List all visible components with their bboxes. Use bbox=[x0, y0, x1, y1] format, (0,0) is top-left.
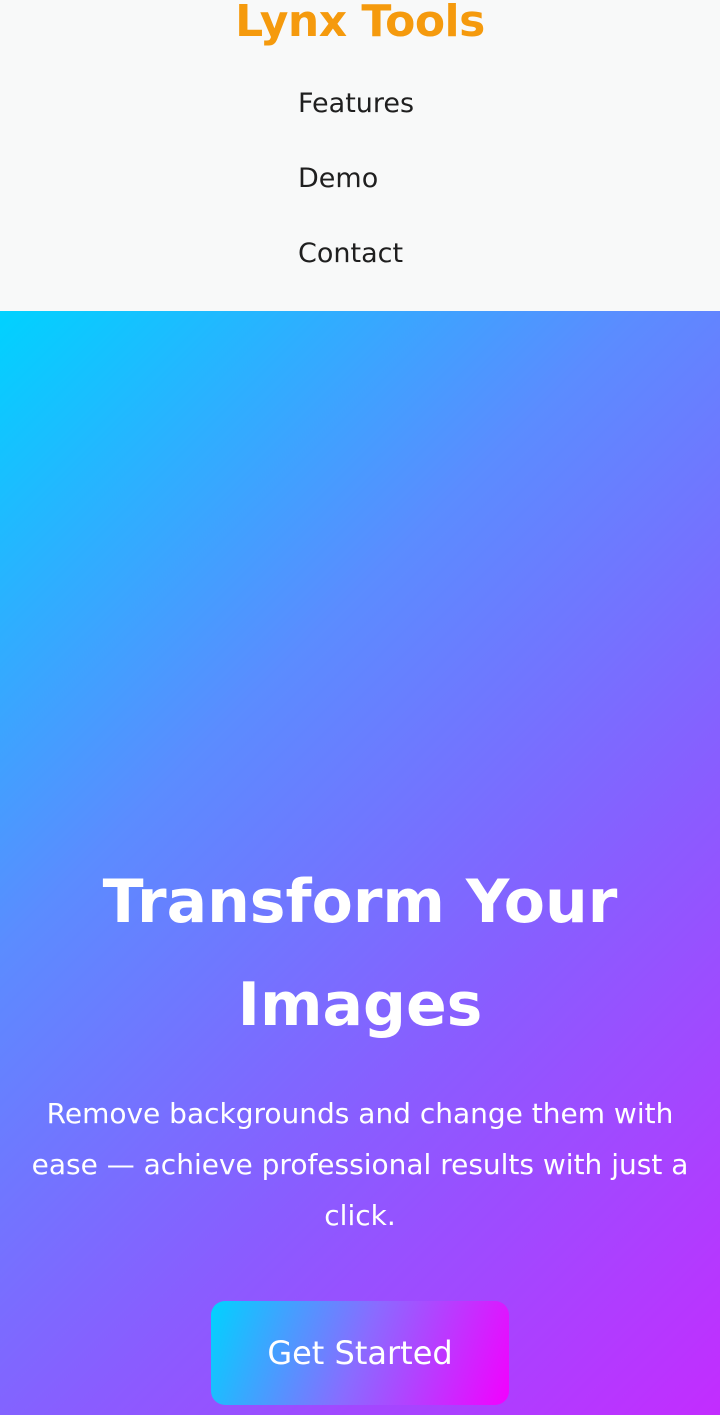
hero-section: Transform Your Images Remove backgrounds… bbox=[0, 311, 720, 1415]
logo[interactable]: Lynx Tools bbox=[0, 0, 720, 52]
nav-item-contact[interactable]: Contact bbox=[298, 234, 414, 309]
nav-item-features[interactable]: Features bbox=[298, 84, 414, 159]
page: Lynx Tools Features Demo Contact Transfo… bbox=[0, 0, 720, 1415]
hero-subtitle: Remove backgrounds and change them with … bbox=[31, 1097, 689, 1232]
nav-item-demo[interactable]: Demo bbox=[298, 159, 414, 234]
hero-title: Transform Your Images bbox=[102, 867, 618, 1040]
main-nav: Features Demo Contact bbox=[298, 84, 414, 309]
get-started-button[interactable]: Get Started bbox=[211, 1301, 509, 1405]
site-header: Lynx Tools Features Demo Contact bbox=[0, 0, 720, 311]
